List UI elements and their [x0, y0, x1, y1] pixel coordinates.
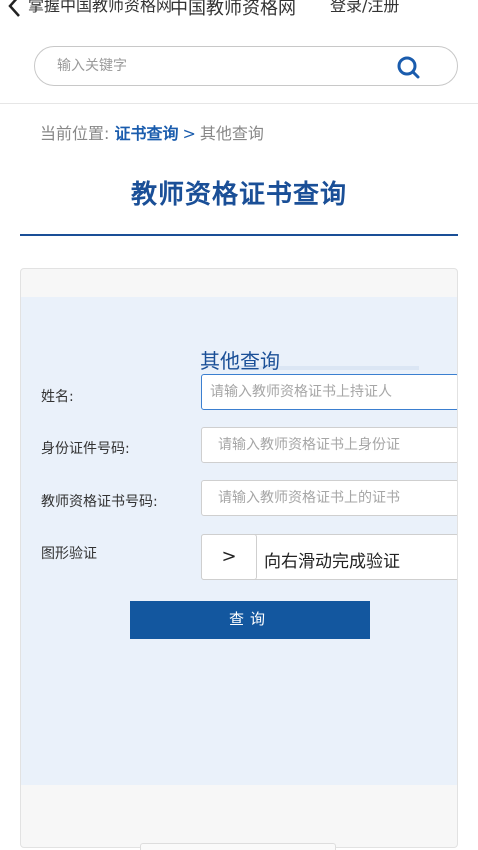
breadcrumb-prefix: 当前位置:: [40, 124, 115, 143]
breadcrumb-separator: >: [182, 124, 196, 143]
name-label: 姓名:: [41, 389, 74, 405]
certificate-number-input[interactable]: [201, 480, 457, 516]
captcha-label: 图形验证: [41, 546, 97, 562]
back-arrow-icon[interactable]: [6, 0, 24, 18]
search-icon[interactable]: [395, 55, 421, 79]
search-bar: [34, 46, 458, 86]
slide-captcha-hint: 向右滑动完成验证: [264, 552, 400, 572]
breadcrumb-link[interactable]: 证书查询: [114, 124, 178, 143]
header-left-text: 掌握中国教师资格网: [28, 0, 173, 15]
title-divider: [20, 234, 458, 236]
certificate-number-label: 教师资格证书号码:: [41, 494, 158, 510]
slide-captcha-handle[interactable]: >: [201, 534, 257, 580]
slide-captcha: 向右滑动完成验证 >: [201, 534, 457, 580]
breadcrumb-current: 其他查询: [199, 124, 264, 143]
section-title: 其他查询: [200, 349, 280, 373]
search-input[interactable]: [57, 55, 357, 77]
id-number-input[interactable]: [201, 427, 457, 463]
header-right-text[interactable]: 登录/注册: [330, 0, 399, 16]
page-title: 教师资格证书查询: [130, 180, 347, 210]
id-number-label: 身份证件号码:: [41, 441, 130, 457]
top-bar: 掌握中国教师资格网 中国教师资格网 登录/注册: [0, 0, 478, 28]
query-button[interactable]: 查询: [130, 601, 370, 639]
breadcrumb: 当前位置: 证书查询 > 其他查询: [40, 120, 264, 144]
header-divider: [0, 103, 478, 104]
query-form-panel: 其他查询 姓名: 身份证件号码: 教师资格证书号码: 图形验证 向右滑动完成验证…: [21, 297, 457, 785]
query-card: 其他查询 姓名: 身份证件号码: 教师资格证书号码: 图形验证 向右滑动完成验证…: [20, 268, 458, 848]
name-input[interactable]: [201, 374, 457, 410]
bottom-toolbar: [140, 843, 336, 850]
site-title: 中国教师资格网: [170, 0, 296, 19]
